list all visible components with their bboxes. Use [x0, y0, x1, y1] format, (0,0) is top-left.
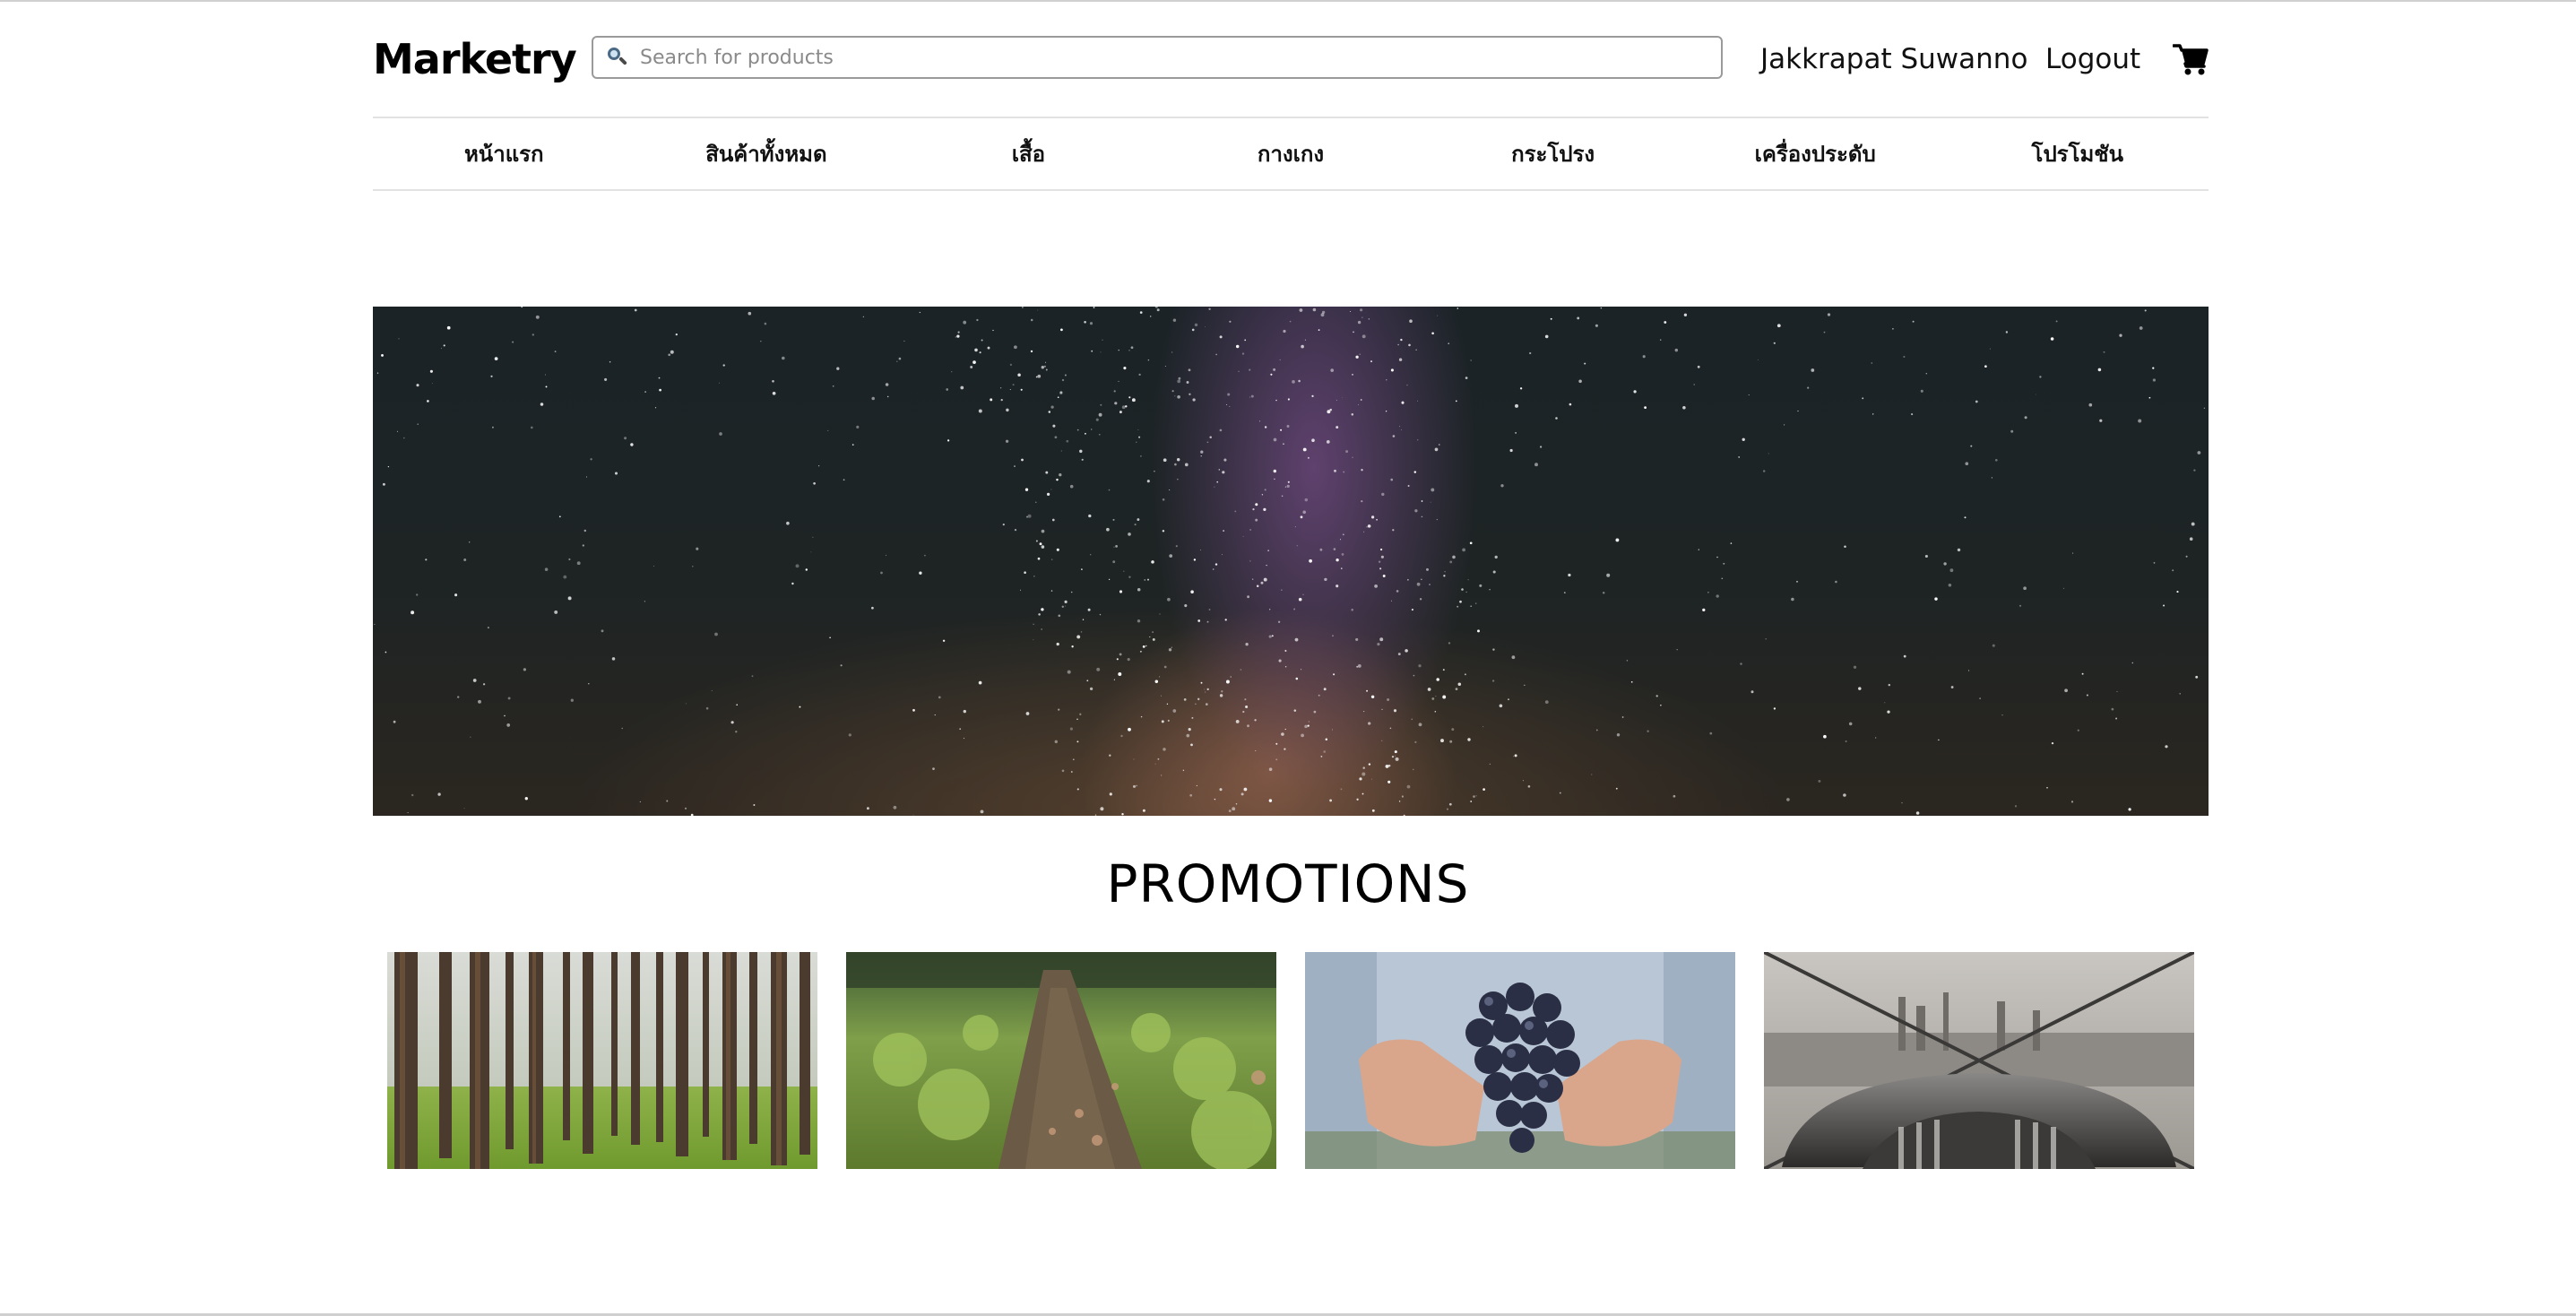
hero-banner-image — [373, 307, 2209, 816]
promo-image-grapes — [1305, 952, 1735, 1169]
site-header: Marketry Jakkrapat Suwanno Logout — [373, 0, 2209, 117]
search-input[interactable] — [638, 39, 1721, 76]
cart-icon[interactable] — [2173, 41, 2209, 77]
promo-card-grapes[interactable] — [1305, 952, 1735, 1169]
promo-image-pine-forest — [387, 952, 817, 1169]
promo-card-forest[interactable] — [387, 952, 817, 1169]
nav-item-all-products[interactable]: สินค้าทั้งหมด — [635, 118, 898, 189]
nav-item-promotions[interactable]: โปรโมชัน — [1946, 118, 2209, 189]
nav-item-accessories[interactable]: เครื่องประดับ — [1684, 118, 1947, 189]
star-field — [374, 307, 2206, 816]
promotions-heading: PROMOTIONS — [1106, 853, 1470, 914]
nav-item-home[interactable]: หน้าแรก — [373, 118, 635, 189]
promo-card-city[interactable] — [1764, 952, 2194, 1169]
search-icon — [606, 46, 629, 69]
promo-image-city-view — [1764, 952, 2194, 1169]
category-nav: หน้าแรก สินค้าทั้งหมด เสื้อ กางเกง กระโป… — [373, 117, 2209, 191]
search-bar[interactable] — [592, 36, 1723, 79]
user-name[interactable]: Jakkrapat Suwanno — [1760, 39, 2027, 79]
promo-image-forest-path — [846, 952, 1276, 1169]
site-logo[interactable]: Marketry — [373, 32, 577, 86]
promo-card-path[interactable] — [846, 952, 1276, 1169]
nav-item-skirts[interactable]: กระโปรง — [1422, 118, 1684, 189]
nav-item-shirts[interactable]: เสื้อ — [897, 118, 1160, 189]
nav-item-pants[interactable]: กางเกง — [1160, 118, 1422, 189]
logout-link[interactable]: Logout — [2045, 39, 2140, 79]
